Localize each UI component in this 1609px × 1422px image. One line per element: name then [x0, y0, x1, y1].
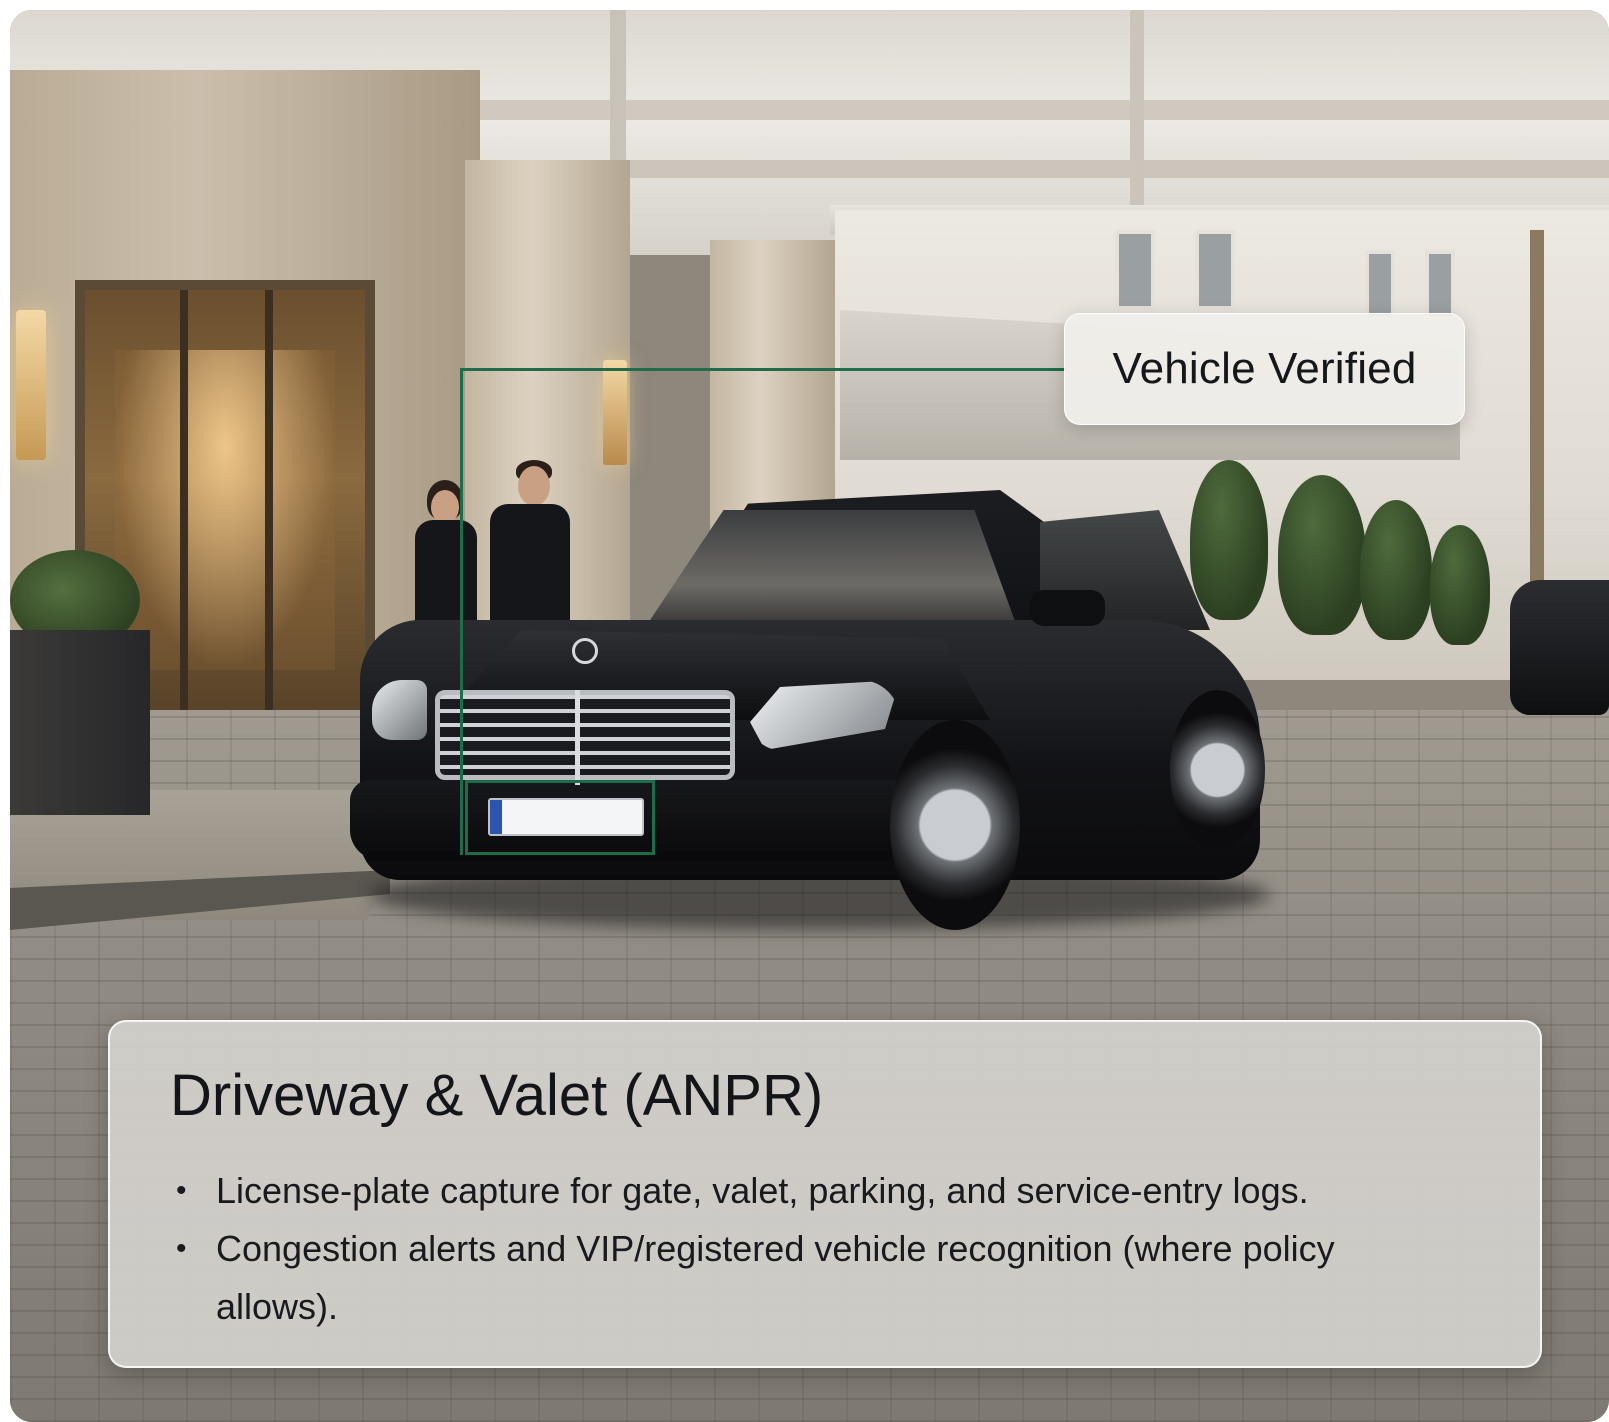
rear-wheel [1170, 690, 1265, 850]
front-wheel [890, 720, 1020, 930]
hood-emblem [572, 638, 598, 664]
feature-list-item: • Congestion alerts and VIP/registered v… [170, 1220, 1400, 1336]
background-sedan [1510, 580, 1609, 715]
wall-sconce [16, 310, 46, 460]
plate-detection-box [465, 780, 655, 855]
windshield [640, 510, 1020, 635]
detection-leader-vertical [460, 368, 463, 855]
headlight [372, 680, 427, 740]
detection-leader-horizontal [460, 368, 1066, 371]
hero-image-card: Vehicle Verified Driveway & Valet (ANPR)… [10, 10, 1609, 1422]
info-panel: Driveway & Valet (ANPR) • License-plate … [108, 1020, 1542, 1368]
feature-text: License-plate capture for gate, valet, p… [216, 1169, 1309, 1211]
bullet-dot-icon: • [176, 1231, 187, 1265]
black-sedan [350, 480, 1280, 950]
vehicle-verified-badge: Vehicle Verified [1064, 313, 1465, 425]
bullet-dot-icon: • [176, 1173, 187, 1207]
vehicle-verified-label: Vehicle Verified [1112, 344, 1417, 393]
shrub [1278, 475, 1366, 635]
front-grille [435, 690, 735, 780]
wall-sconce [603, 360, 627, 465]
shrub [1360, 500, 1432, 640]
feature-list: • License-plate capture for gate, valet,… [170, 1162, 1480, 1336]
panel-title: Driveway & Valet (ANPR) [170, 1063, 824, 1128]
feature-list-item: • License-plate capture for gate, valet,… [170, 1162, 1400, 1220]
planter [10, 630, 150, 815]
side-mirror [1030, 590, 1105, 626]
feature-text: Congestion alerts and VIP/registered veh… [216, 1227, 1335, 1327]
shrub [1430, 525, 1490, 645]
